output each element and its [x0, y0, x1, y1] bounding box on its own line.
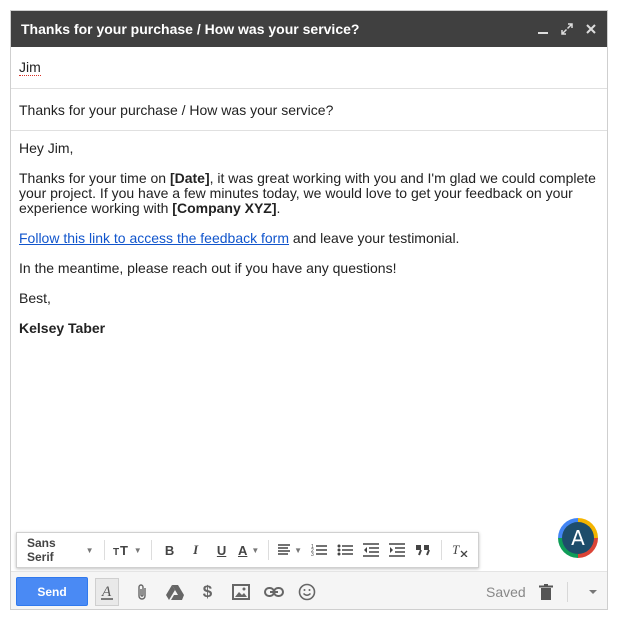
recipient-chip[interactable]: Jim	[19, 59, 41, 76]
indent-less-icon	[363, 543, 380, 557]
quote-icon	[416, 545, 430, 556]
indent-more-button[interactable]	[385, 537, 409, 563]
photo-icon	[231, 583, 250, 600]
chevron-down-icon: ▼	[251, 545, 260, 555]
formatting-options-button[interactable]: A	[95, 577, 119, 606]
expand-icon[interactable]	[557, 19, 577, 39]
chevron-down-icon: ▼	[85, 545, 94, 555]
signature-name: Kelsey Taber	[19, 320, 106, 336]
bulleted-list-icon	[337, 544, 354, 556]
text-size-icon: TT	[113, 543, 128, 557]
to-field[interactable]: Jim	[11, 47, 607, 89]
underline-button[interactable]: U	[210, 537, 234, 563]
svg-text:T: T	[452, 543, 460, 557]
avatar-letter: A	[562, 522, 594, 554]
drive-icon	[165, 584, 184, 600]
text-color-button[interactable]: A ▼	[236, 537, 262, 563]
dollar-icon[interactable]: $	[191, 577, 224, 607]
svg-text:A: A	[101, 584, 112, 600]
svg-text:3: 3	[311, 552, 314, 557]
toolbar-divider	[103, 540, 105, 560]
insert-link-button[interactable]	[257, 577, 290, 607]
window-controls	[533, 19, 607, 39]
minimize-icon[interactable]	[533, 19, 553, 39]
align-button[interactable]: ▼	[275, 537, 305, 563]
subject-text: Thanks for your purchase / How was your …	[19, 101, 334, 118]
attach-files-button[interactable]	[125, 577, 158, 607]
font-family-select[interactable]: Sans Serif ▼	[23, 536, 98, 564]
compose-bottom-toolbar: Send A $ Saved	[11, 571, 607, 609]
subject-field[interactable]: Thanks for your purchase / How was your …	[11, 89, 607, 131]
insert-drive-button[interactable]	[158, 577, 191, 607]
toolbar-divider	[441, 540, 442, 560]
svg-text:T: T	[120, 543, 128, 557]
extension-avatar[interactable]: A	[558, 518, 598, 558]
body-paragraph-1: Thanks for your time on [Date], it was g…	[19, 171, 599, 216]
close-icon[interactable]	[581, 19, 601, 39]
bulleted-list-button[interactable]	[333, 537, 357, 563]
p1-text-a: Thanks for your time on	[19, 170, 170, 186]
text-color-icon: A	[237, 542, 248, 558]
compose-title: Thanks for your purchase / How was your …	[21, 21, 360, 37]
toolbar-divider	[567, 582, 568, 602]
smiley-icon	[298, 583, 315, 600]
signoff: Best,	[19, 290, 51, 306]
remove-formatting-icon: T	[452, 543, 468, 557]
remove-formatting-button[interactable]: T	[448, 537, 472, 563]
compose-titlebar[interactable]: Thanks for your purchase / How was your …	[11, 11, 607, 47]
toolbar-divider	[150, 540, 152, 560]
chevron-down-icon: ▼	[133, 545, 142, 555]
p1-text-c: .	[276, 200, 281, 216]
svg-text:T: T	[113, 547, 119, 557]
chevron-down-icon: ▼	[294, 545, 303, 555]
body-paragraph-3: In the meantime, please reach out if you…	[19, 260, 397, 276]
more-options-button[interactable]	[576, 577, 607, 607]
align-left-icon	[277, 544, 291, 555]
numbered-list-icon: 123	[311, 544, 328, 557]
text-format-icon: A	[101, 584, 113, 600]
saved-status: Saved	[486, 584, 526, 600]
p2-text: and leave your testimonial.	[289, 230, 460, 246]
insert-emoji-button[interactable]	[290, 577, 323, 607]
trash-icon	[538, 584, 553, 600]
body-paragraph-2: Follow this link to access the feedback …	[19, 231, 599, 246]
send-button[interactable]: Send	[16, 577, 88, 606]
numbered-list-button[interactable]: 123	[307, 537, 331, 563]
font-family-label: Sans Serif	[27, 536, 56, 564]
compose-window: Thanks for your purchase / How was your …	[10, 10, 608, 610]
formatting-toolbar: Sans Serif ▼ T T ▼ B I U A ▼ ▼ 123 T	[16, 532, 479, 568]
link-icon	[263, 586, 284, 597]
toolbar-divider	[267, 540, 269, 560]
font-size-button[interactable]: T T ▼	[110, 537, 144, 563]
greeting: Hey Jim,	[19, 140, 74, 156]
discard-draft-button[interactable]	[529, 577, 562, 607]
indent-more-icon	[389, 543, 406, 557]
date-placeholder: [Date]	[169, 170, 210, 186]
feedback-form-link[interactable]: Follow this link to access the feedback …	[19, 230, 289, 246]
company-placeholder: [Company XYZ]	[172, 200, 277, 216]
indent-less-button[interactable]	[359, 537, 383, 563]
italic-button[interactable]: I	[184, 537, 208, 563]
chevron-down-icon	[588, 590, 597, 594]
bold-button[interactable]: B	[158, 537, 182, 563]
insert-photo-button[interactable]	[224, 577, 257, 607]
message-body[interactable]: Hey Jim, Thanks for your time on [Date],…	[19, 141, 599, 351]
paperclip-icon	[137, 583, 146, 600]
signature: Kelsey Taber	[19, 321, 599, 336]
quote-button[interactable]	[411, 537, 435, 563]
